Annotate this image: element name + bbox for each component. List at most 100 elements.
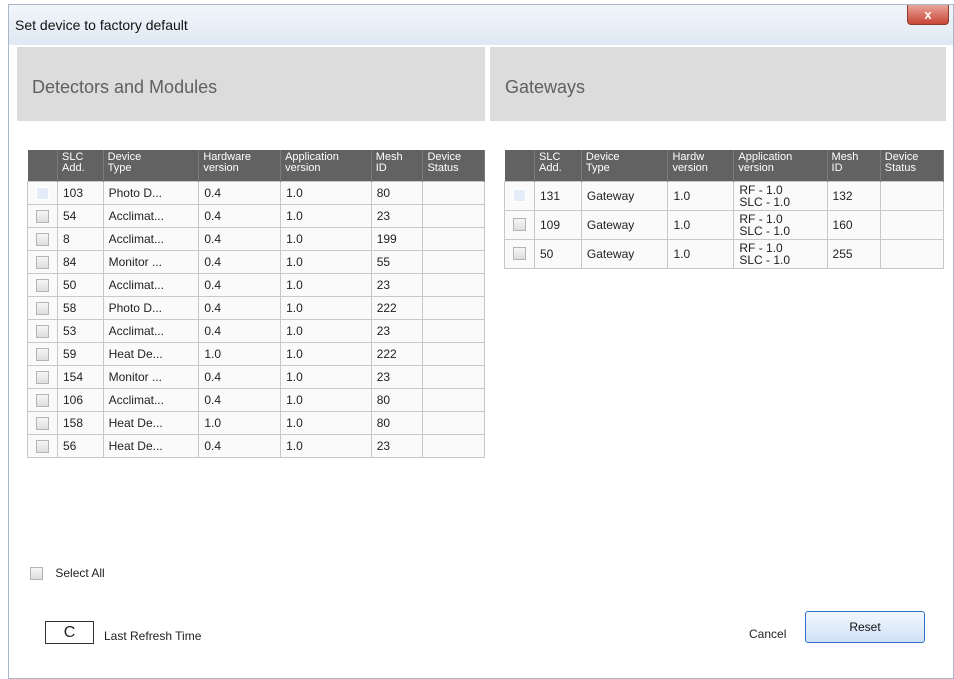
table-cell: 23 <box>370 364 424 389</box>
select-all[interactable]: Select All <box>30 566 105 581</box>
refresh-button[interactable]: C <box>45 621 94 644</box>
table-row[interactable]: 158 Heat De... 1.0 1.0 80 <box>27 410 485 435</box>
table-cell: 59 <box>57 341 104 366</box>
row-checkbox[interactable] <box>513 218 526 232</box>
table-row[interactable]: 58 Photo D... 0.4 1.0 222 <box>27 295 485 320</box>
table-row[interactable]: 56 Heat De... 0.4 1.0 23 <box>27 433 485 458</box>
table-row[interactable]: 50 Acclimat... 0.4 1.0 23 <box>27 272 485 297</box>
table-row[interactable]: 131 Gateway 1.0 RF - 1.0 SLC - 1.0 132 <box>504 180 945 211</box>
gateways-panel-title: Gateways <box>505 77 586 97</box>
close-button[interactable]: x <box>907 5 949 25</box>
table-cell <box>422 295 485 320</box>
table-cell: 1.0 <box>667 180 735 211</box>
row-select-cell[interactable] <box>27 318 58 343</box>
row-checkbox[interactable] <box>36 232 49 246</box>
table-cell: 23 <box>370 203 424 228</box>
table-cell: 0.4 <box>198 433 282 458</box>
table-cell: Acclimat... <box>102 272 200 297</box>
table-cell: 54 <box>57 203 104 228</box>
column-header[interactable]: Hardware version <box>198 150 282 181</box>
row-select-cell[interactable] <box>27 272 58 297</box>
table-row[interactable]: 109 Gateway 1.0 RF - 1.0 SLC - 1.0 160 <box>504 209 945 240</box>
table-row[interactable]: 59 Heat De... 1.0 1.0 222 <box>27 341 485 366</box>
table-row[interactable]: 106 Acclimat... 0.4 1.0 80 <box>27 387 485 412</box>
column-header[interactable]: SLC Add. <box>57 150 104 181</box>
table-row[interactable]: 53 Acclimat... 0.4 1.0 23 <box>27 318 485 343</box>
table-header-row: SLC Add. Device Type Hardw version Application… <box>504 150 945 181</box>
column-header[interactable]: Hardw version <box>667 150 735 181</box>
column-header[interactable]: Mesh ID <box>827 150 881 181</box>
table-header-row: SLC Add. Device Type Hardware version Applicat… <box>27 150 485 181</box>
row-select-cell[interactable] <box>504 180 535 211</box>
table-cell <box>422 272 485 297</box>
column-header[interactable]: Application version <box>733 150 828 181</box>
row-checkbox[interactable] <box>36 324 49 338</box>
row-select-cell[interactable] <box>27 433 58 458</box>
row-checkbox[interactable] <box>36 347 49 361</box>
row-checkbox[interactable] <box>513 189 526 203</box>
table-cell: 0.4 <box>198 295 282 320</box>
title-bar: Set device to factory default x <box>9 5 953 45</box>
cancel-button[interactable]: Cancel <box>749 627 786 641</box>
row-checkbox[interactable] <box>36 278 49 292</box>
table-cell <box>422 203 485 228</box>
table-cell: 109 <box>534 209 582 240</box>
row-select-cell[interactable] <box>504 238 535 269</box>
row-select-cell[interactable] <box>27 203 58 228</box>
last-refresh-time-label: Last Refresh Time <box>104 629 202 643</box>
row-select-cell[interactable] <box>27 249 58 274</box>
table-cell: Photo D... <box>102 295 200 320</box>
column-header[interactable]: Device Type <box>581 150 669 181</box>
row-select-cell[interactable] <box>27 364 58 389</box>
table-cell: 1.0 <box>280 203 372 228</box>
column-header[interactable]: Device Status <box>880 150 945 181</box>
table-cell: 1.0 <box>667 209 735 240</box>
row-select-cell[interactable] <box>27 226 58 251</box>
column-header[interactable] <box>504 150 535 181</box>
row-checkbox[interactable] <box>36 416 49 430</box>
row-select-cell[interactable] <box>27 295 58 320</box>
table-row[interactable]: 8 Acclimat... 0.4 1.0 199 <box>27 226 485 251</box>
table-row[interactable]: 54 Acclimat... 0.4 1.0 23 <box>27 203 485 228</box>
table-cell: 1.0 <box>667 238 735 269</box>
table-cell: 0.4 <box>198 226 282 251</box>
row-select-cell[interactable] <box>27 341 58 366</box>
row-checkbox[interactable] <box>36 301 49 315</box>
row-select-cell[interactable] <box>27 387 58 412</box>
row-checkbox[interactable] <box>513 247 526 261</box>
table-cell <box>422 410 485 435</box>
row-checkbox[interactable] <box>36 186 49 200</box>
table-row[interactable]: 84 Monitor ... 0.4 1.0 55 <box>27 249 485 274</box>
table-row[interactable]: 50 Gateway 1.0 RF - 1.0 SLC - 1.0 255 <box>504 238 945 269</box>
table-cell: 0.4 <box>198 272 282 297</box>
select-all-checkbox[interactable] <box>30 567 43 581</box>
table-cell <box>422 433 485 458</box>
column-header[interactable]: Mesh ID <box>371 150 424 181</box>
row-select-cell[interactable] <box>27 180 58 205</box>
column-header[interactable]: Application version <box>280 150 372 181</box>
column-header[interactable] <box>27 150 58 181</box>
column-header[interactable]: Device Status <box>422 150 485 181</box>
table-cell: 0.4 <box>198 249 282 274</box>
reset-button[interactable]: Reset <box>805 611 925 643</box>
table-cell: Photo D... <box>102 180 200 205</box>
gateways-panel: Gateways <box>490 47 946 535</box>
table-cell: 1.0 <box>280 249 372 274</box>
table-cell: Gateway <box>580 180 669 211</box>
column-header[interactable]: Device Type <box>103 150 200 181</box>
row-select-cell[interactable] <box>27 410 58 435</box>
row-checkbox[interactable] <box>36 439 49 453</box>
column-header[interactable]: SLC Add. <box>534 150 582 181</box>
table-row[interactable]: 103 Photo D... 0.4 1.0 80 <box>27 180 485 205</box>
row-checkbox[interactable] <box>36 393 49 407</box>
table-row[interactable]: 154 Monitor ... 0.4 1.0 23 <box>27 364 485 389</box>
row-checkbox[interactable] <box>36 209 49 223</box>
row-select-cell[interactable] <box>504 209 535 240</box>
gateways-table: SLC Add. Device Type Hardw version Application… <box>504 150 945 269</box>
table-cell <box>422 318 485 343</box>
table-cell: Heat De... <box>102 433 200 458</box>
row-checkbox[interactable] <box>36 255 49 269</box>
table-cell: Monitor ... <box>102 249 200 274</box>
table-cell: 1.0 <box>280 226 372 251</box>
row-checkbox[interactable] <box>36 370 49 384</box>
